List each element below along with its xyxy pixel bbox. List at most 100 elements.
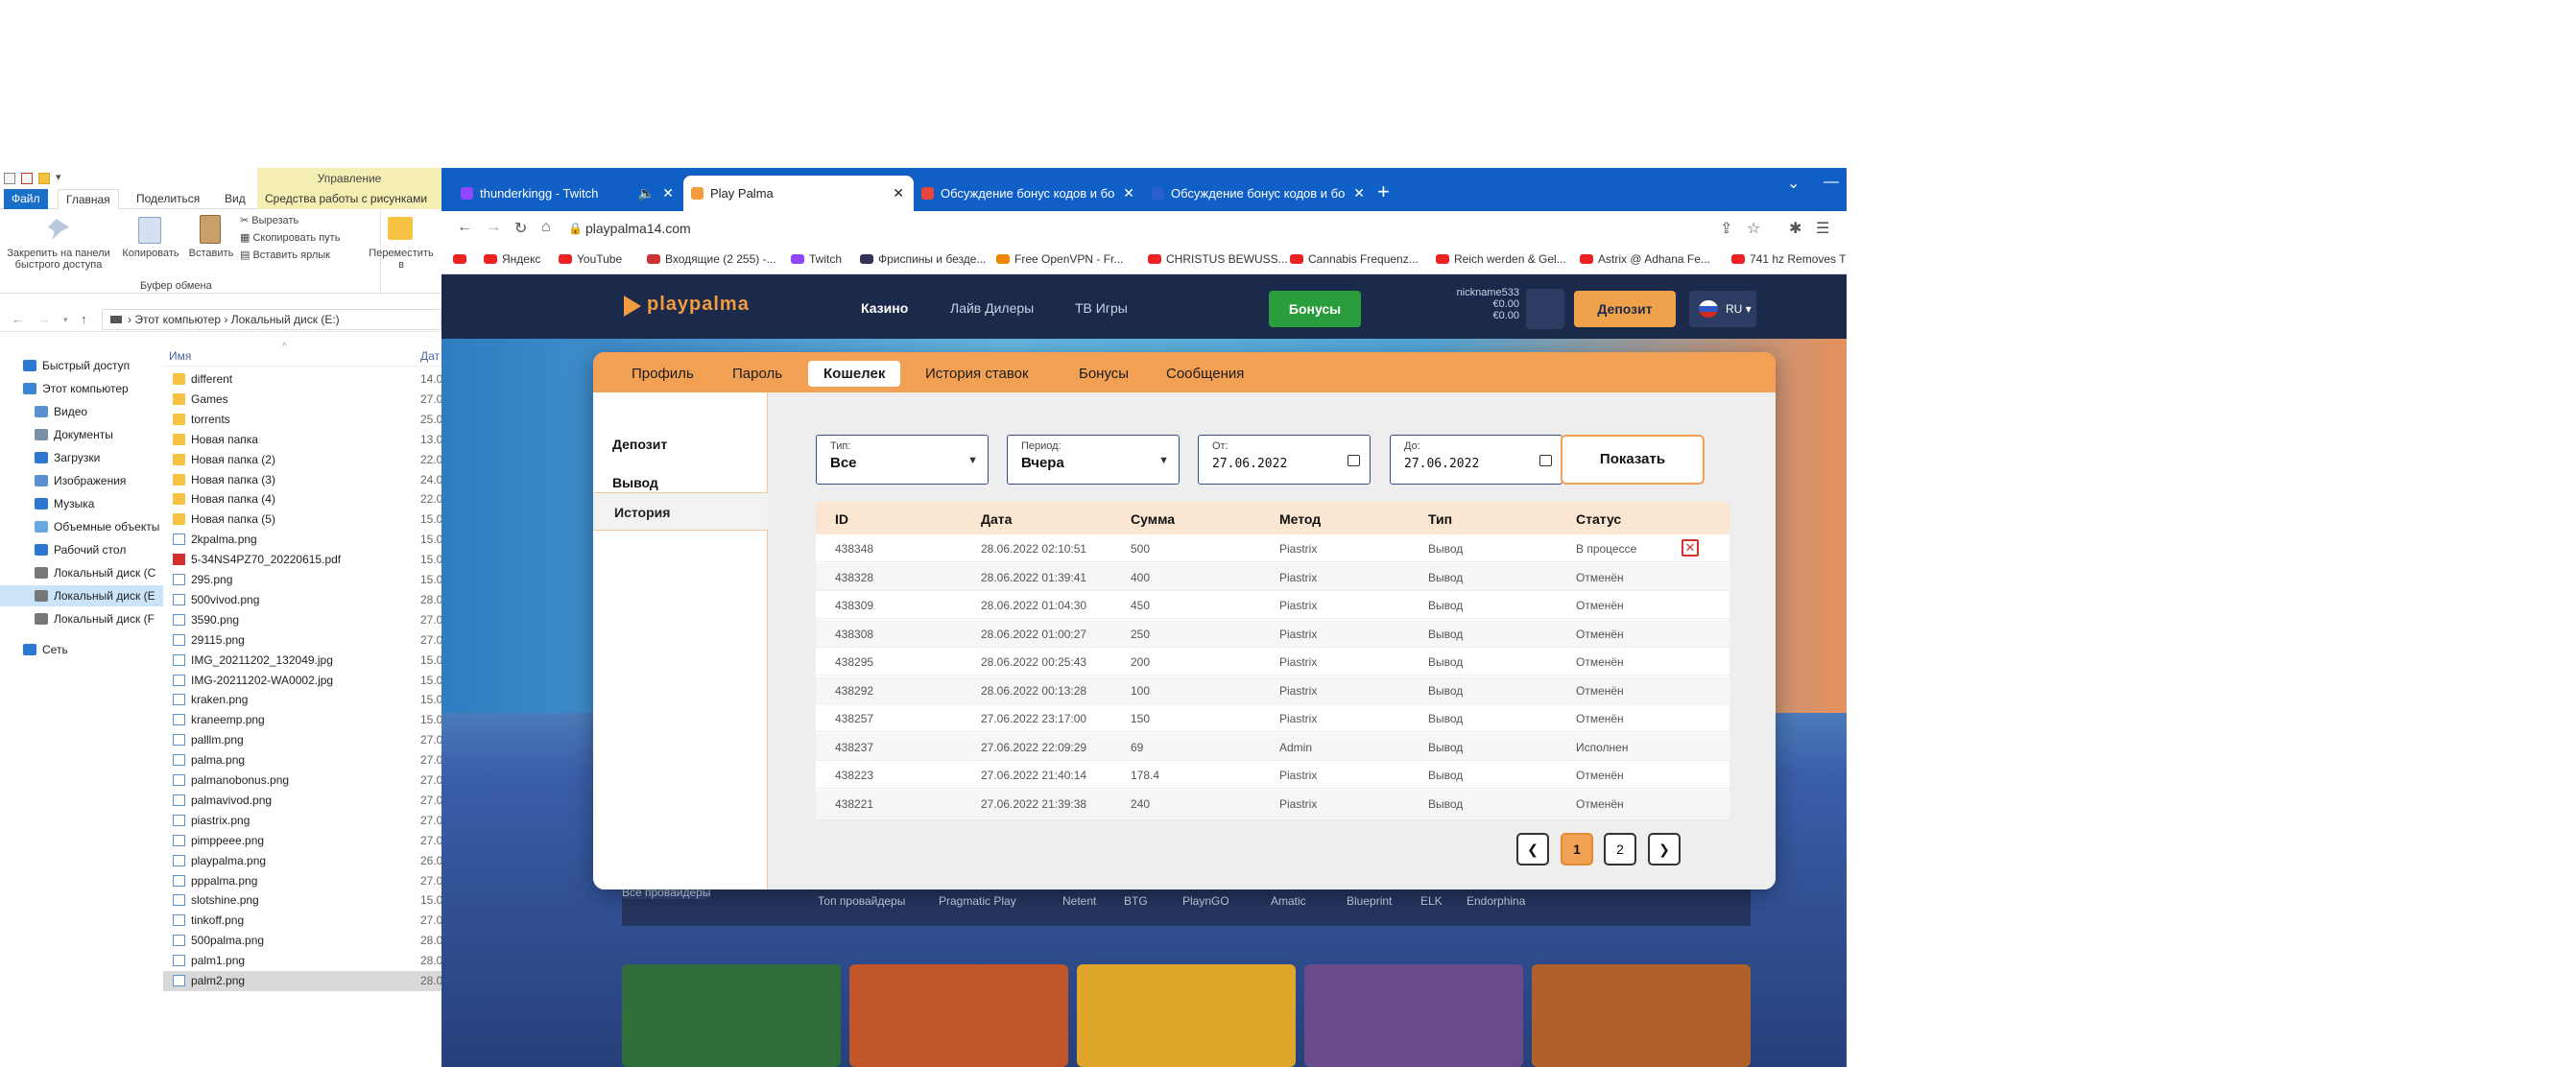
nav-item[interactable]: Этот компьютер xyxy=(0,378,163,399)
bonuses-button[interactable]: Бонусы xyxy=(1269,291,1361,327)
account-balance[interactable]: nickname533 €0.00 €0.00 xyxy=(1443,287,1519,321)
type-select[interactable]: Тип: Все ▼ xyxy=(816,435,989,485)
file-row[interactable]: palm1.png 28.0 xyxy=(163,951,441,971)
file-row[interactable]: playpalma.png 26.0 xyxy=(163,851,441,871)
nav-item[interactable]: Локальный диск (E xyxy=(0,585,163,606)
file-row[interactable]: 500vivod.png 28.0 xyxy=(163,590,441,610)
file-row[interactable]: Новая папка (4) 22.0 xyxy=(163,489,441,510)
page-1-button[interactable]: 1 xyxy=(1561,833,1593,865)
qat-icon[interactable] xyxy=(4,173,15,184)
file-row[interactable]: IMG_20211202_132049.jpg 15.0 xyxy=(163,651,441,671)
nav-item[interactable]: Загрузки xyxy=(0,447,163,468)
nav-item[interactable]: Музыка xyxy=(0,493,163,514)
bookmark-item[interactable]: Входящие (2 255) -... xyxy=(647,252,776,266)
provider-filter[interactable]: Blueprint xyxy=(1347,894,1392,908)
bookmark-item[interactable]: 741 hz Removes T xyxy=(1731,252,1847,266)
nav-tv-games[interactable]: ТВ Игры xyxy=(1075,300,1128,316)
provider-filter[interactable]: Топ провайдеры xyxy=(818,894,905,908)
tab-share[interactable]: Поделиться xyxy=(129,189,207,209)
file-row[interactable]: palma.png 27.0 xyxy=(163,750,441,771)
file-row[interactable]: kraneemp.png 15.0 xyxy=(163,710,441,730)
provider-filter[interactable]: Netent xyxy=(1062,894,1096,908)
bookmark-item[interactable]: Free OpenVPN - Fr... xyxy=(996,252,1123,266)
back-icon[interactable]: ← xyxy=(457,219,472,236)
tab-profile[interactable]: Профиль xyxy=(632,361,694,387)
recent-dropdown-icon[interactable]: ▾ xyxy=(63,315,68,325)
pin-to-quick-access-button[interactable]: Закрепить на панели быстрого доступа xyxy=(2,248,115,271)
file-row[interactable]: palmavivod.png 27.0 xyxy=(163,791,441,811)
file-row[interactable]: Новая папка (5) 15.0 xyxy=(163,510,441,530)
bookmark-item[interactable]: CHRISTUS BEWUSS... xyxy=(1148,252,1288,266)
deposit-button[interactable]: Депозит xyxy=(1574,291,1676,327)
site-logo[interactable]: playpalma xyxy=(647,294,750,316)
nav-item[interactable]: Локальный диск (F xyxy=(0,608,163,629)
close-tab-icon[interactable]: ✕ xyxy=(1353,176,1365,211)
bookmark-item[interactable]: Astrix @ Adhana Fe... xyxy=(1580,252,1710,266)
breadcrumb-this-pc[interactable]: Этот компьютер xyxy=(134,313,221,326)
url-bar[interactable]: playpalma14.com xyxy=(585,221,691,236)
manage-context-tab[interactable]: Управление xyxy=(257,168,441,189)
next-page-button[interactable]: ❯ xyxy=(1648,833,1681,865)
nav-item[interactable]: Сеть xyxy=(0,639,163,660)
date-from-input[interactable]: От: 27.06.2022 xyxy=(1198,435,1371,485)
calendar-icon[interactable] xyxy=(1348,455,1360,466)
show-button[interactable]: Показать xyxy=(1561,435,1705,485)
tab-bonus-discussion-1[interactable]: Обсуждение бонус кодов и бо ✕ xyxy=(914,176,1144,211)
tab-play-palma[interactable]: Play Palma ✕ xyxy=(683,176,914,211)
reading-list-icon[interactable]: ☰ xyxy=(1816,219,1829,238)
bookmark-item[interactable]: Cannabis Frequenz... xyxy=(1290,252,1419,266)
share-icon[interactable]: ⇪ xyxy=(1720,219,1732,238)
close-tab-icon[interactable]: ✕ xyxy=(1123,176,1134,211)
tab-messages[interactable]: Сообщения xyxy=(1166,361,1244,387)
breadcrumb-drive[interactable]: Локальный диск (E:) xyxy=(231,313,340,326)
forward-arrow-icon[interactable]: → xyxy=(38,312,51,326)
provider-filter[interactable]: ELK xyxy=(1420,894,1443,908)
tab-bet-history[interactable]: История ставок xyxy=(925,361,1029,387)
reload-icon[interactable]: ↻ xyxy=(514,219,527,238)
file-row[interactable]: slotshine.png 15.0 xyxy=(163,890,441,911)
period-select[interactable]: Период: Вчера ▼ xyxy=(1007,435,1180,485)
file-row[interactable]: IMG-20211202-WA0002.jpg 15.0 xyxy=(163,671,441,691)
tab-home[interactable]: Главная xyxy=(58,189,119,209)
nav-item[interactable]: Локальный диск (C xyxy=(0,562,163,583)
sidebar-item-history[interactable]: История xyxy=(593,492,768,531)
cut-button[interactable]: ✂ Вырезать xyxy=(240,215,298,226)
file-row[interactable]: Новая папка (2) 22.0 xyxy=(163,450,441,470)
cancel-withdrawal-icon[interactable]: ✕ xyxy=(1682,539,1699,557)
tab-search-icon[interactable]: ⌄ xyxy=(1787,174,1800,193)
speaker-icon[interactable]: 🔈 xyxy=(638,176,655,211)
game-tile[interactable] xyxy=(849,964,1068,1067)
paste-shortcut-button[interactable]: ▤ Вставить ярлык xyxy=(240,249,330,261)
file-row[interactable]: torrents 25.0 xyxy=(163,410,441,430)
page-2-button[interactable]: 2 xyxy=(1604,833,1636,865)
provider-filter[interactable]: Endorphina xyxy=(1467,894,1525,908)
nav-item[interactable]: Объемные объекты xyxy=(0,516,163,537)
qat-properties-icon[interactable] xyxy=(21,173,33,184)
calendar-icon[interactable] xyxy=(1539,455,1552,466)
language-selector[interactable]: RU ▾ xyxy=(1689,291,1756,327)
tab-twitch[interactable]: thunderkingg - Twitch 🔈 ✕ xyxy=(453,176,683,211)
tab-picture-tools[interactable]: Средства работы с рисунками xyxy=(257,189,441,209)
column-date-header[interactable]: Дат xyxy=(420,349,440,363)
file-row[interactable]: 29115.png 27.0 xyxy=(163,630,441,651)
provider-filter[interactable]: Pragmatic Play xyxy=(939,894,1016,908)
copy-path-button[interactable]: ▦ Скопировать путь xyxy=(240,232,340,244)
new-tab-button[interactable]: + xyxy=(1377,179,1390,204)
file-row[interactable]: 2kpalma.png 15.0 xyxy=(163,530,441,550)
nav-casino[interactable]: Казино xyxy=(861,300,908,316)
bookmark-item[interactable] xyxy=(453,252,471,266)
close-tab-icon[interactable]: ✕ xyxy=(662,176,674,211)
game-tile[interactable] xyxy=(1532,964,1751,1067)
bookmark-item[interactable]: Reich werden & Gel... xyxy=(1436,252,1566,266)
provider-filter[interactable]: PlaynGO xyxy=(1182,894,1229,908)
extensions-icon[interactable]: ✱ xyxy=(1789,219,1801,238)
nav-item[interactable]: Видео xyxy=(0,401,163,422)
date-to-input[interactable]: До: 27.06.2022 xyxy=(1390,435,1562,485)
copy-button[interactable]: Копировать xyxy=(121,248,180,259)
address-box[interactable]: › Этот компьютер › Локальный диск (E:) xyxy=(102,309,441,330)
home-icon[interactable]: ⌂ xyxy=(541,219,551,236)
game-tile[interactable] xyxy=(1077,964,1296,1067)
qat-folder-icon[interactable] xyxy=(38,173,50,184)
close-tab-icon[interactable]: ✕ xyxy=(893,176,904,211)
file-row[interactable]: Новая папка 13.0 xyxy=(163,430,441,450)
